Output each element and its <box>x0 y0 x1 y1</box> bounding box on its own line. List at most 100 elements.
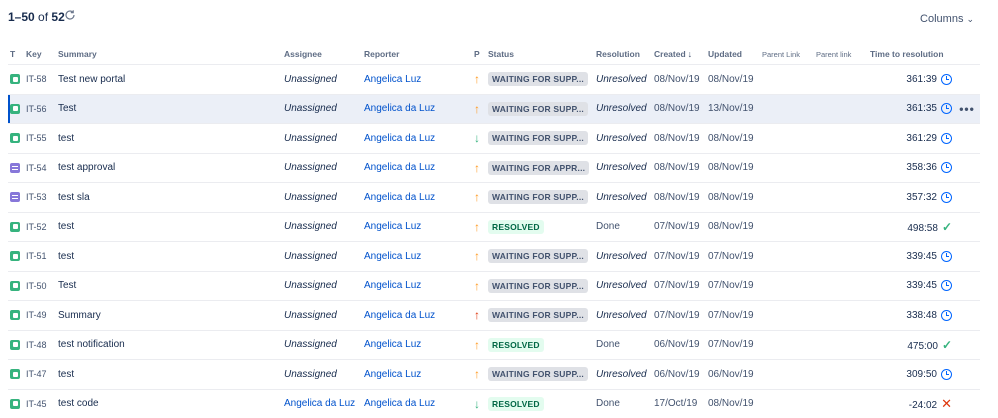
issue-assignee[interactable]: Unassigned <box>282 359 362 389</box>
table-row[interactable]: IT-48 test notification Unassigned Angelica… <box>8 329 980 360</box>
story-type-icon <box>10 251 20 262</box>
columns-button[interactable]: Columns ⌄ <box>920 13 974 25</box>
issue-summary[interactable]: test <box>56 241 282 271</box>
issue-summary[interactable]: test sla <box>56 182 282 212</box>
issue-summary[interactable]: test approval <box>56 152 282 183</box>
story-type-icon <box>10 103 20 114</box>
issue-assignee[interactable]: Angelica da Luz <box>282 388 362 418</box>
column-header-parent-link-2[interactable]: Parent link <box>814 44 868 65</box>
time-to-resolution-cell: 475:00 ✓ <box>868 329 954 360</box>
column-header-status[interactable]: Status <box>486 44 594 65</box>
issue-key[interactable]: IT-56 <box>24 93 56 124</box>
issue-reporter[interactable]: Angelica Luz <box>362 241 472 271</box>
issue-reporter[interactable]: Angelica Luz <box>362 64 472 94</box>
story-type-icon <box>10 339 20 350</box>
issue-parent-link-2 <box>814 388 868 418</box>
column-header-assignee[interactable]: Assignee <box>282 44 362 65</box>
issue-summary[interactable]: test notification <box>56 329 282 360</box>
table-row[interactable]: IT-45 test code Angelica da Luz Angelica da… <box>8 388 980 418</box>
issue-reporter[interactable]: Angelica da Luz <box>362 123 472 153</box>
issue-reporter[interactable]: Angelica Luz <box>362 359 472 389</box>
issue-key[interactable]: IT-55 <box>24 123 56 153</box>
issue-key[interactable]: IT-45 <box>24 388 56 418</box>
issue-reporter[interactable]: Angelica da Luz <box>362 388 472 418</box>
table-row[interactable]: IT-54 test approval Unassigned Angelica da … <box>8 152 980 183</box>
priority-up-arrow-icon: ↑ <box>474 72 480 87</box>
column-header-parent-link[interactable]: Parent Link <box>760 44 814 65</box>
issue-assignee[interactable]: Unassigned <box>282 93 362 124</box>
issue-summary[interactable]: test <box>56 359 282 389</box>
issue-summary[interactable]: Summary <box>56 300 282 330</box>
time-to-resolution-value: 338:48 <box>906 309 937 321</box>
issue-key[interactable]: IT-52 <box>24 211 56 242</box>
issue-reporter[interactable]: Angelica Luz <box>362 270 472 301</box>
issue-type-cell <box>8 211 24 242</box>
issue-summary[interactable]: Test new portal <box>56 64 282 94</box>
column-header-reporter[interactable]: Reporter <box>362 44 472 65</box>
time-to-resolution-cell: 338:48 <box>868 300 954 330</box>
issue-reporter[interactable]: Angelica da Luz <box>362 93 472 124</box>
sla-met-check-icon: ✓ <box>941 337 952 352</box>
issue-assignee[interactable]: Unassigned <box>282 123 362 153</box>
chevron-down-icon: ⌄ <box>966 14 974 24</box>
issue-reporter[interactable]: Angelica da Luz <box>362 182 472 212</box>
issue-type-cell <box>8 64 24 94</box>
issue-summary[interactable]: test <box>56 211 282 242</box>
column-header-updated[interactable]: Updated <box>706 44 760 65</box>
issue-parent-link-2 <box>814 152 868 183</box>
row-actions-cell <box>954 64 980 94</box>
issue-updated: 13/Nov/19 <box>706 93 760 124</box>
table-row[interactable]: IT-53 test sla Unassigned Angelica da Luz ↑ W… <box>8 182 980 212</box>
issue-summary[interactable]: test <box>56 123 282 153</box>
issue-reporter[interactable]: Angelica Luz <box>362 211 472 242</box>
issue-key[interactable]: IT-49 <box>24 300 56 330</box>
column-header-priority[interactable]: P <box>472 44 486 65</box>
issue-assignee[interactable]: Unassigned <box>282 152 362 183</box>
table-row[interactable]: IT-55 test Unassigned Angelica da Luz ↓ WAITI… <box>8 123 980 153</box>
column-header-time-to-resolution[interactable]: Time to resolution <box>868 44 954 65</box>
issue-reporter[interactable]: Angelica Luz <box>362 329 472 360</box>
issue-key[interactable]: IT-53 <box>24 182 56 212</box>
row-actions-cell <box>954 182 980 212</box>
issue-assignee[interactable]: Unassigned <box>282 270 362 301</box>
time-to-resolution-value: 358:36 <box>906 162 937 174</box>
issue-reporter[interactable]: Angelica da Luz <box>362 300 472 330</box>
issue-type-cell <box>8 270 24 301</box>
issue-parent-link <box>760 182 814 212</box>
refresh-icon[interactable] <box>64 9 76 21</box>
table-row[interactable]: IT-52 test Unassigned Angelica Luz ↑ RESOLVED… <box>8 211 980 242</box>
column-header-created[interactable]: Created ↓ <box>652 44 706 65</box>
issue-key[interactable]: IT-58 <box>24 64 56 94</box>
issue-assignee[interactable]: Unassigned <box>282 241 362 271</box>
issue-updated: 08/Nov/19 <box>706 182 760 212</box>
issue-key[interactable]: IT-51 <box>24 241 56 271</box>
issue-key[interactable]: IT-54 <box>24 152 56 183</box>
issue-summary[interactable]: Test <box>56 270 282 301</box>
table-row[interactable]: IT-56 Test Unassigned Angelica da Luz ↑ WAITI… <box>8 93 980 124</box>
table-row[interactable]: IT-51 test Unassigned Angelica Luz ↑ WAITING … <box>8 241 980 271</box>
issue-summary[interactable]: test code <box>56 388 282 418</box>
table-row[interactable]: IT-50 Test Unassigned Angelica Luz ↑ WAITING … <box>8 270 980 301</box>
table-row[interactable]: IT-49 Summary Unassigned Angelica da Luz ↑ WA… <box>8 300 980 330</box>
approval-type-icon <box>10 192 20 203</box>
issue-key[interactable]: IT-48 <box>24 329 56 360</box>
issue-summary[interactable]: Test <box>56 93 282 124</box>
issue-assignee[interactable]: Unassigned <box>282 182 362 212</box>
issue-assignee[interactable]: Unassigned <box>282 64 362 94</box>
column-header-summary[interactable]: Summary <box>56 44 282 65</box>
issue-assignee[interactable]: Unassigned <box>282 329 362 360</box>
table-row[interactable]: IT-58 Test new portal Unassigned Angelica L… <box>8 64 980 94</box>
issue-created: 17/Oct/19 <box>652 388 706 418</box>
column-header-type[interactable]: T <box>8 44 24 65</box>
column-header-key[interactable]: Key <box>24 44 56 65</box>
row-actions-more-icon[interactable]: ••• <box>954 93 980 124</box>
issue-reporter[interactable]: Angelica da Luz <box>362 152 472 183</box>
column-header-resolution[interactable]: Resolution <box>594 44 652 65</box>
issue-parent-link <box>760 93 814 124</box>
issue-key[interactable]: IT-47 <box>24 359 56 389</box>
table-row[interactable]: IT-47 test Unassigned Angelica Luz ↑ WAITING … <box>8 359 980 389</box>
time-to-resolution-value: 498:58 <box>907 222 938 234</box>
issue-assignee[interactable]: Unassigned <box>282 211 362 242</box>
issue-assignee[interactable]: Unassigned <box>282 300 362 330</box>
issue-key[interactable]: IT-50 <box>24 270 56 301</box>
